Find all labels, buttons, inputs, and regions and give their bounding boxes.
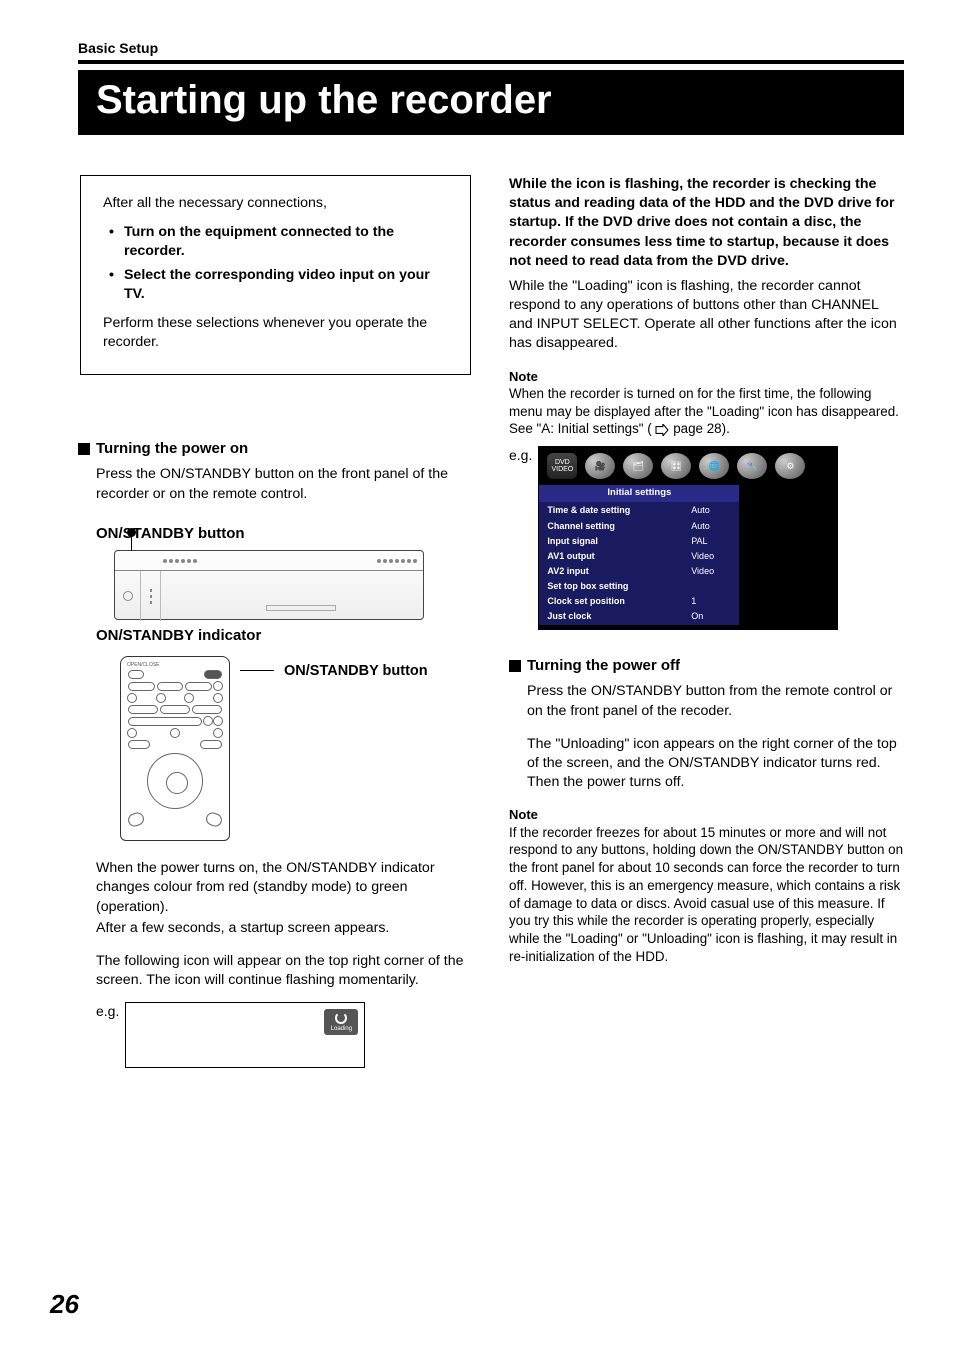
menu-icon-2: 🗂 <box>623 453 653 479</box>
intro-lead: After all the necessary connections, <box>103 194 448 213</box>
right-p1: While the "Loading" icon is flashing, th… <box>509 277 904 354</box>
remote-onstandby-label: ON/STANDBY button <box>284 662 428 682</box>
settings-row: Input signalPAL <box>541 534 737 547</box>
note-2: If the recorder freezes for about 15 min… <box>509 824 904 966</box>
power-on-desc: Press the ON/STANDBY button on the front… <box>96 465 473 503</box>
section-power-off: Turning the power off <box>509 656 904 676</box>
page-title: Starting up the recorder <box>78 70 904 135</box>
label-onstandby-indicator: ON/STANDBY indicator <box>96 626 473 646</box>
label-onstandby-button: ON/STANDBY button <box>96 524 473 544</box>
power-on-p4: The following icon will appear on the to… <box>96 952 473 990</box>
note-heading-1: Note <box>509 368 904 386</box>
menu-icon-1: 🎥 <box>585 453 615 479</box>
settings-row: Clock set position1 <box>541 595 737 608</box>
eg-label-right: e.g. <box>509 446 532 630</box>
intro-box: After all the necessary connections, Tur… <box>80 175 471 375</box>
power-on-p3: After a few seconds, a startup screen ap… <box>96 919 473 938</box>
menu-icon-6: ⚙ <box>775 453 805 479</box>
right-bold-intro: While the icon is flashing, the recorder… <box>509 175 904 271</box>
settings-row: Just clockOn <box>541 610 737 623</box>
initial-settings-screenshot: DVDVIDEO 🎥 🗂 🎛 🌐 🔧 ⚙ Initial settings Ti… <box>538 446 838 630</box>
intro-bullet-2: Select the corresponding video input on … <box>124 266 448 304</box>
power-on-p2: When the power turns on, the ON/STANDBY … <box>96 859 473 917</box>
power-off-p1: Press the ON/STANDBY button from the rem… <box>527 682 904 720</box>
menu-icon-4: 🌐 <box>699 453 729 479</box>
dvd-video-icon: DVDVIDEO <box>547 453 577 479</box>
eg-label-left: e.g. <box>96 1002 119 1068</box>
page-ref-arrow-icon <box>655 424 669 436</box>
note-1: When the recorder is turned on for the f… <box>509 385 904 438</box>
settings-row: Channel settingAuto <box>541 519 737 532</box>
intro-bullet-1: Turn on the equipment connected to the r… <box>124 223 448 261</box>
note-heading-2: Note <box>509 806 904 824</box>
settings-panel-title: Initial settings <box>539 485 739 502</box>
settings-row: Time & date settingAuto <box>541 504 737 517</box>
loading-screen-example: Loading <box>125 1002 365 1068</box>
section-power-on: Turning the power on <box>78 439 473 459</box>
settings-row: AV2 inputVideo <box>541 565 737 578</box>
settings-row: Set top box setting <box>541 580 737 593</box>
intro-trail: Perform these selections whenever you op… <box>103 314 448 352</box>
front-panel-diagram <box>114 550 424 620</box>
rule <box>78 60 904 64</box>
breadcrumb: Basic Setup <box>78 40 904 56</box>
menu-icon-5: 🔧 <box>737 453 767 479</box>
power-off-p2: The "Unloading" icon appears on the righ… <box>527 735 904 793</box>
page-number: 26 <box>50 1289 79 1320</box>
remote-diagram: OPEN/CLOSE ON/STANDBY button <box>120 656 473 841</box>
menu-icon-3: 🎛 <box>661 453 691 479</box>
settings-row: AV1 outputVideo <box>541 549 737 562</box>
loading-icon: Loading <box>324 1009 358 1035</box>
